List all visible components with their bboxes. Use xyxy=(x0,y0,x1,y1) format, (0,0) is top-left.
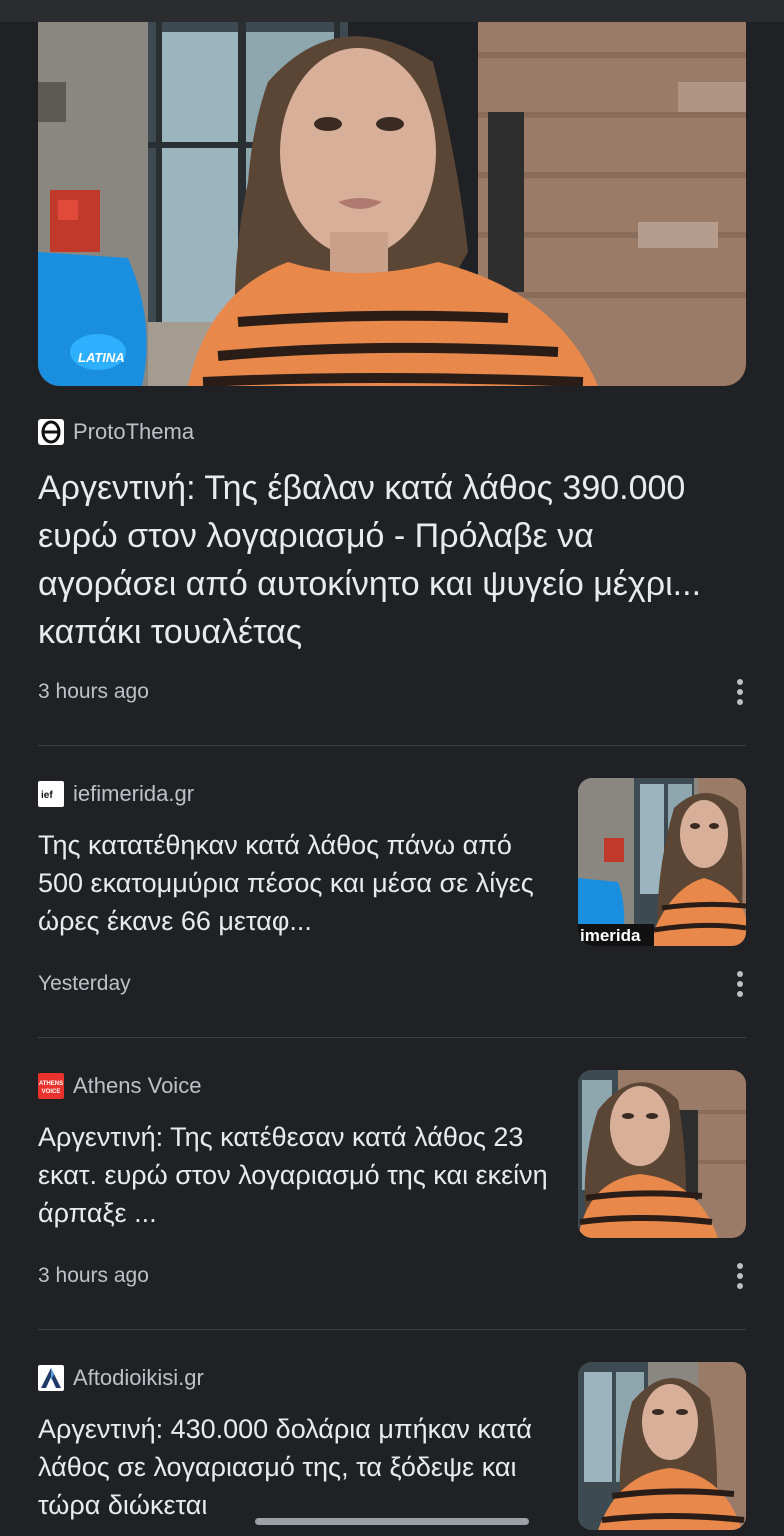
theta-logo-icon xyxy=(38,419,64,445)
divider xyxy=(38,1329,746,1330)
svg-text:LATINA: LATINA xyxy=(78,350,125,365)
source-name: ProtoThema xyxy=(73,419,195,444)
status-bar-strip xyxy=(0,0,784,22)
gesture-navigation-bar[interactable] xyxy=(255,1518,529,1525)
source-row[interactable]: ATHENS VOICE Athens Voice xyxy=(38,1071,201,1101)
article-hero-image[interactable]: LATINA xyxy=(38,22,746,386)
triangle-a-logo-icon xyxy=(38,1365,64,1391)
athens-voice-logo-icon: ATHENS VOICE xyxy=(38,1073,64,1099)
article-thumbnail[interactable] xyxy=(578,1070,746,1238)
more-vert-icon[interactable] xyxy=(726,1259,754,1293)
article-headline[interactable]: Αργεντινή: Της έβαλαν κατά λάθος 390.000… xyxy=(38,464,738,656)
svg-text:VOICE: VOICE xyxy=(42,1089,61,1095)
source-row[interactable]: ProtoThema xyxy=(38,417,194,447)
article-time: Yesterday xyxy=(38,972,131,995)
source-name: Aftodioikisi.gr xyxy=(73,1365,204,1390)
svg-text:imerida: imerida xyxy=(580,926,641,945)
article-time: 3 hours ago xyxy=(38,680,149,703)
article-thumbnail[interactable] xyxy=(578,1362,746,1530)
article-time: 3 hours ago xyxy=(38,1264,149,1287)
article-headline[interactable]: Αργεντινή: 430.000 δολάρια μπήκαν κατά λ… xyxy=(38,1410,558,1524)
source-row[interactable]: ief iefimerida.gr xyxy=(38,779,194,809)
iefimerida-logo-icon: ief xyxy=(38,781,64,807)
svg-text:ief: ief xyxy=(41,790,53,801)
article-thumbnail[interactable]: imerida xyxy=(578,778,746,946)
more-vert-icon[interactable] xyxy=(726,967,754,1001)
source-name: Athens Voice xyxy=(73,1073,202,1098)
article-headline[interactable]: Της κατατέθηκαν κατά λάθος πάνω από 500 … xyxy=(38,826,558,940)
divider xyxy=(38,1037,746,1038)
more-vert-icon[interactable] xyxy=(726,675,754,709)
svg-text:ATHENS: ATHENS xyxy=(39,1081,63,1087)
source-row[interactable]: Aftodioikisi.gr xyxy=(38,1363,204,1393)
source-name: iefimerida.gr xyxy=(73,781,195,806)
article-headline[interactable]: Αργεντινή: Της κατέθεσαν κατά λάθος 23 ε… xyxy=(38,1118,558,1232)
divider xyxy=(38,745,746,746)
